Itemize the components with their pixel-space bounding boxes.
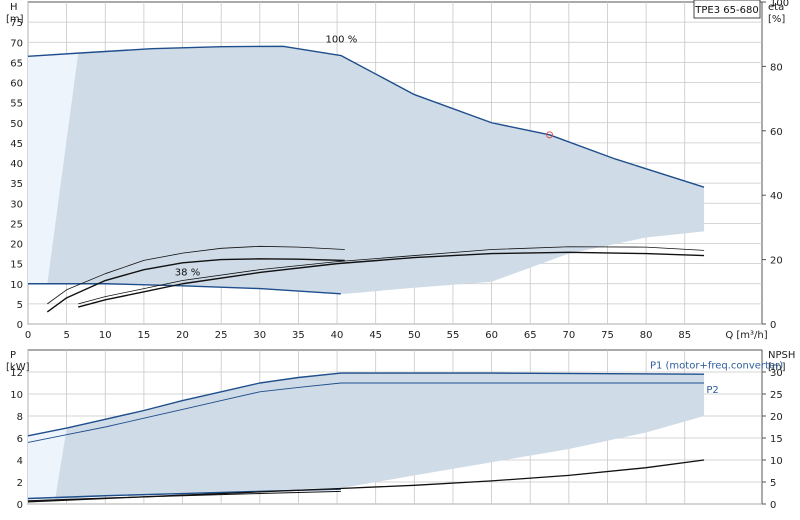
- x-tick-label: 25: [215, 330, 228, 341]
- right-tick-label: 0: [770, 320, 776, 331]
- y-tick-label: 8: [17, 412, 23, 423]
- y-tick-label: 6: [17, 434, 23, 445]
- right-tick-label: 0: [770, 500, 776, 511]
- x-tick-label: 0: [25, 330, 31, 341]
- x-tick-label: 15: [138, 330, 151, 341]
- right-axis-title: eta: [768, 2, 784, 13]
- pump-performance-chart: 0 5 10 15 20 25 30 35 40 45 50 55 60 65 70 75 0 20 40 60 80 1…: [0, 0, 800, 520]
- left-axis-title: H: [10, 2, 18, 13]
- right-tick-label: 20: [770, 256, 783, 267]
- chart-title: TPE3 65-680: [694, 5, 758, 16]
- x-tick-label: 10: [99, 330, 112, 341]
- x-tick-label: 45: [369, 330, 382, 341]
- y-tick-label: 60: [10, 79, 23, 90]
- y-tick-label: 55: [10, 99, 23, 110]
- y-tick-label: 0: [17, 320, 23, 331]
- y-tick-label: 15: [10, 260, 23, 271]
- x-tick-label: 55: [447, 330, 460, 341]
- y-tick-label: 35: [10, 179, 23, 190]
- annotation-label: 38 %: [175, 268, 200, 279]
- right-tick-label: 15: [770, 434, 783, 445]
- right-tick-label: 80: [770, 62, 783, 73]
- left-axis-unit: [kW]: [6, 362, 30, 373]
- x-tick-label: 70: [562, 330, 575, 341]
- x-tick-label: 20: [176, 330, 189, 341]
- y-tick-label: 20: [10, 240, 23, 251]
- y-tick-label: 4: [17, 456, 23, 467]
- x-tick-label: 35: [292, 330, 305, 341]
- annotation-label: 100 %: [325, 34, 357, 45]
- right-tick-label: 5: [770, 478, 776, 489]
- right-axis-unit: [%]: [768, 14, 785, 25]
- right-tick-label: 60: [770, 127, 783, 138]
- right-tick-label: 10: [770, 456, 783, 467]
- y-tick-label: 2: [17, 478, 23, 489]
- y-tick-label: 0: [17, 500, 23, 511]
- x-tick-label: 30: [253, 330, 266, 341]
- y-tick-label: 40: [10, 159, 23, 170]
- y-tick-label: 65: [10, 58, 23, 69]
- annotation-label: P2: [706, 385, 718, 396]
- right-tick-label: 40: [770, 191, 783, 202]
- y-tick-label: 30: [10, 199, 23, 210]
- x-axis-label: Q [m³/h]: [725, 330, 767, 341]
- head-efficiency-panel: [27, 1, 766, 325]
- y-tick-label: 25: [10, 219, 23, 230]
- right-tick-label: 20: [770, 412, 783, 423]
- power-npsh-panel: [27, 349, 766, 505]
- y-tick-label: 10: [10, 280, 23, 291]
- y-tick-label: 70: [10, 38, 23, 49]
- x-tick-label: 60: [485, 330, 498, 341]
- right-axis-title: NPSH: [768, 350, 795, 361]
- x-tick-label: 80: [640, 330, 653, 341]
- x-tick-label: 5: [63, 330, 69, 341]
- x-tick-label: 50: [408, 330, 421, 341]
- left-axis-unit: [m]: [6, 14, 24, 25]
- y-tick-label: 10: [10, 390, 23, 401]
- y-tick-label: 45: [10, 139, 23, 150]
- x-tick-label: 85: [678, 330, 691, 341]
- y-tick-label: 5: [17, 300, 23, 311]
- x-tick-label: 75: [601, 330, 614, 341]
- chart-svg: 0510152025303540455055606570750204060801…: [6, 0, 795, 511]
- left-axis-title: P: [10, 350, 16, 361]
- right-tick-label: 25: [770, 390, 783, 401]
- x-tick-label: 65: [524, 330, 537, 341]
- annotation-label: P1 (motor+freq.converter): [650, 361, 783, 372]
- x-tick-label: 40: [331, 330, 344, 341]
- y-tick-label: 50: [10, 119, 23, 130]
